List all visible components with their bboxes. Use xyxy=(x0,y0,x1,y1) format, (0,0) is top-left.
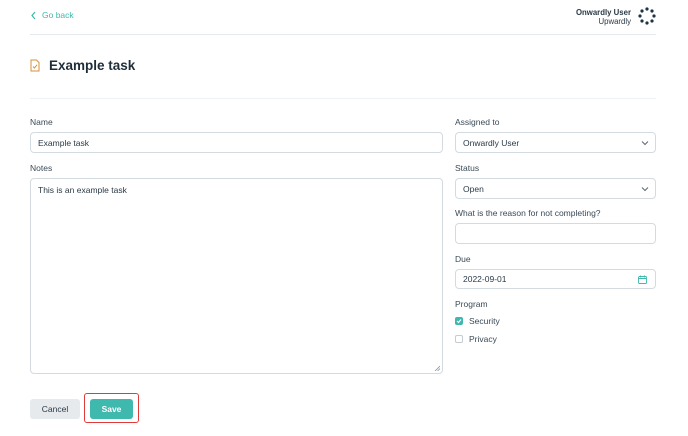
program-option-security[interactable]: Security xyxy=(455,316,500,326)
calendar-icon[interactable] xyxy=(638,275,647,284)
status-select[interactable]: Open xyxy=(455,178,656,199)
name-field[interactable]: Example task xyxy=(30,132,443,153)
top-bar: Go back Onwardly User Upwardly xyxy=(30,0,656,35)
header-divider xyxy=(30,98,656,99)
assigned-to-label: Assigned to xyxy=(455,117,500,127)
security-checkbox[interactable] xyxy=(455,317,463,325)
status-label: Status xyxy=(455,163,480,173)
name-value: Example task xyxy=(38,137,90,148)
program-option-privacy[interactable]: Privacy xyxy=(455,334,497,344)
org-logo-icon[interactable] xyxy=(638,7,656,25)
notes-textarea[interactable]: This is an example task xyxy=(30,178,443,374)
notes-value: This is an example task xyxy=(38,185,127,195)
chevron-down-icon xyxy=(641,141,649,146)
reason-field[interactable] xyxy=(455,223,656,244)
cancel-button[interactable]: Cancel xyxy=(30,399,80,419)
security-option-label: Security xyxy=(469,316,500,326)
program-label: Program xyxy=(455,299,488,309)
user-info[interactable]: Onwardly User Upwardly xyxy=(576,8,631,26)
task-document-icon xyxy=(30,59,40,72)
due-label: Due xyxy=(455,254,471,264)
page-header: Example task xyxy=(30,58,135,73)
org-name: Upwardly xyxy=(598,17,632,26)
chevron-down-icon xyxy=(641,187,649,192)
assigned-to-select[interactable]: Onwardly User xyxy=(455,132,656,153)
privacy-option-label: Privacy xyxy=(469,334,497,344)
page-title: Example task xyxy=(49,58,136,73)
privacy-checkbox[interactable] xyxy=(455,335,463,343)
go-back-label: Go back xyxy=(42,10,74,20)
due-value: 2022-09-01 xyxy=(463,274,507,284)
notes-label: Notes xyxy=(30,163,53,173)
name-label: Name xyxy=(30,117,53,127)
resize-handle-icon[interactable] xyxy=(434,365,440,371)
chevron-left-icon xyxy=(31,11,36,19)
user-name: Onwardly User xyxy=(575,8,631,17)
checkmark-icon xyxy=(456,319,462,324)
go-back-link[interactable]: Go back xyxy=(30,10,74,20)
status-value: Open xyxy=(463,183,484,194)
assigned-to-value: Onwardly User xyxy=(463,137,520,148)
save-button[interactable]: Save xyxy=(90,399,133,419)
due-date-field[interactable]: 2022-09-01 xyxy=(455,269,656,289)
reason-label: What is the reason for not completing? xyxy=(455,208,601,218)
